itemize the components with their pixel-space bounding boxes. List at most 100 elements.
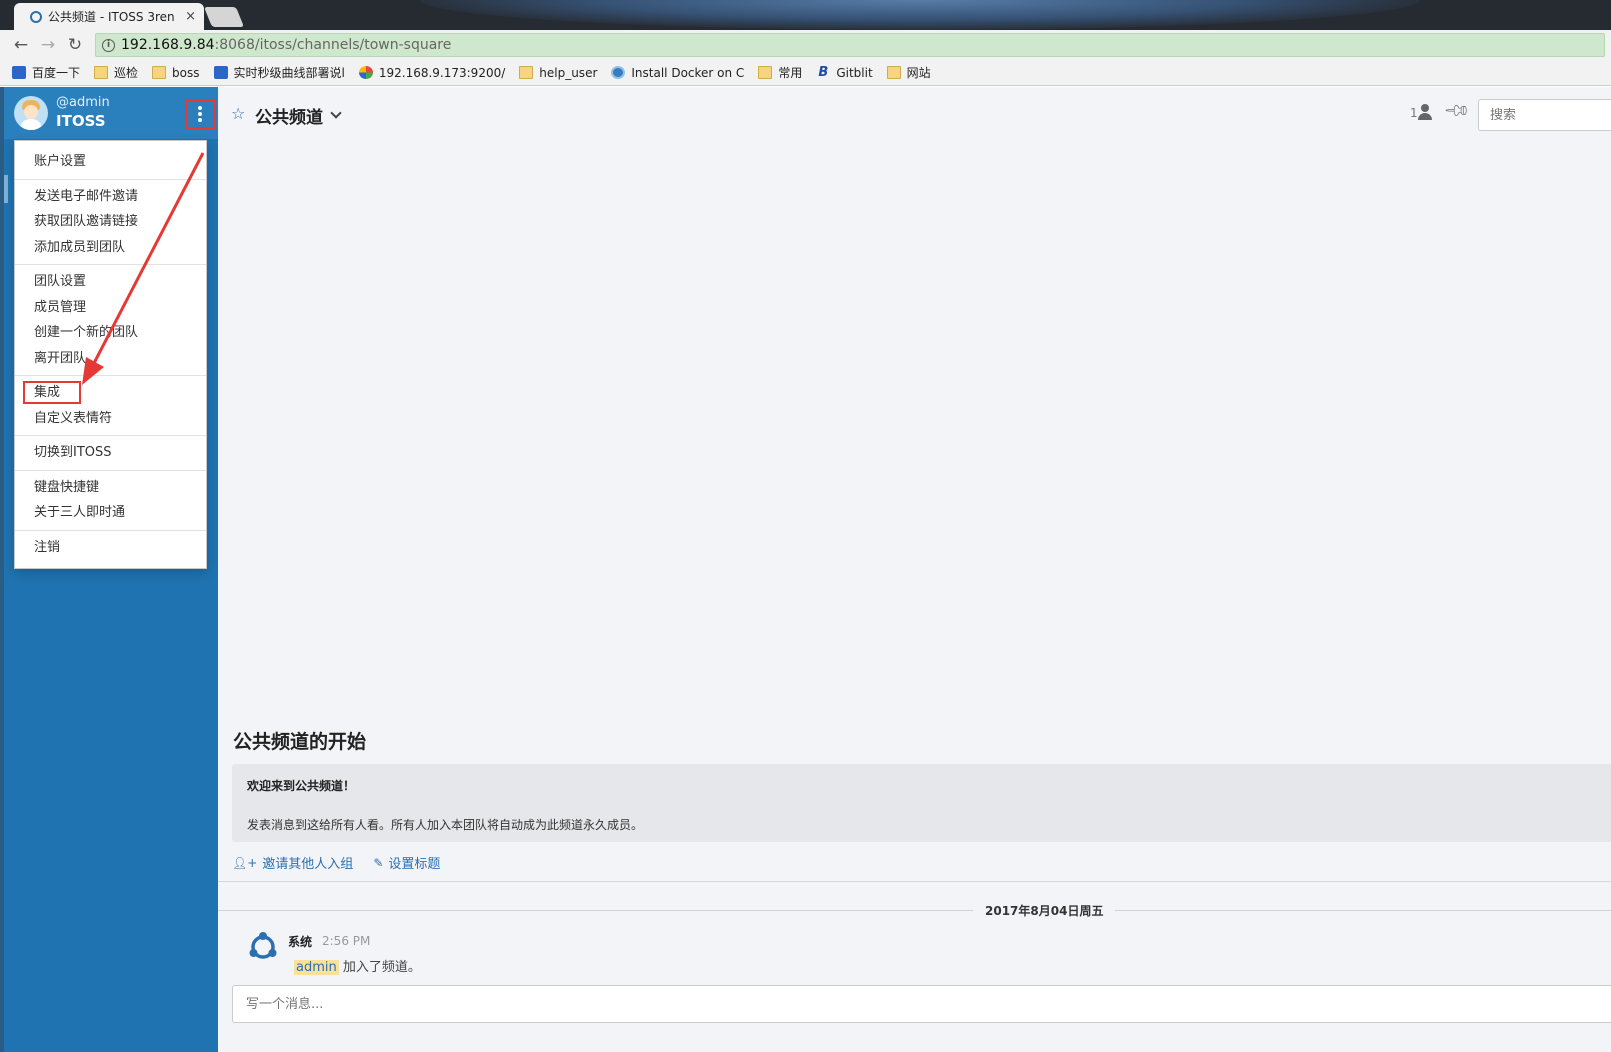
tab-title: 公共频道 - ITOSS 3ren — [48, 10, 175, 24]
channel-view: ☆ 公共频道 1 📌︎ 公共频道的开始 欢迎来到公共频道！ 发表消息到这给所有人… — [218, 87, 1611, 1052]
forward-icon[interactable]: → — [38, 35, 58, 55]
team-name: ITOSS — [56, 112, 106, 130]
main-menu-button[interactable] — [185, 99, 215, 129]
invite-others-link[interactable]: 👤︎+ 邀请其他人入组 — [232, 853, 353, 873]
channel-title[interactable]: 公共频道 — [255, 103, 323, 128]
bookmark-item[interactable]: 实时秒级曲线部署说l — [213, 64, 345, 81]
new-tab-button[interactable] — [203, 7, 245, 27]
post-text: 加入了频道。 — [338, 960, 421, 975]
pencil-icon: ✎ — [373, 855, 384, 870]
bookmark-label: 百度一下 — [32, 66, 81, 80]
menu-item-create-team[interactable]: 创建一个新的团队 — [15, 320, 206, 346]
highlight-box — [23, 381, 81, 404]
channel-intro-title: 公共频道的开始 — [233, 731, 367, 753]
bookmark-label: 巡检 — [114, 66, 139, 80]
site-info-icon[interactable]: i — [102, 38, 115, 52]
menu-item-account-settings[interactable]: 账户设置 — [15, 149, 206, 175]
url-path: :8068/itoss/channels/town-square — [214, 37, 452, 53]
message-input[interactable] — [232, 985, 1611, 1023]
pin-icon[interactable]: 📌︎ — [1442, 96, 1471, 125]
date-separator: 2017年8月04日周五 — [973, 902, 1116, 919]
folder-icon — [94, 66, 109, 79]
folder-icon — [519, 66, 534, 79]
avatar[interactable] — [14, 96, 48, 130]
bookmark-item[interactable]: 百度一下 — [12, 64, 80, 81]
browser-tab[interactable]: 公共频道 - ITOSS 3ren × — [14, 3, 204, 30]
menu-group: 发送电子邮件邀请 获取团队邀请链接 添加成员到团队 — [15, 180, 206, 265]
bookmark-item[interactable]: 网站 — [886, 64, 931, 81]
menu-item-about[interactable]: 关于三人即时通 — [15, 500, 206, 526]
chevron-down-icon[interactable] — [330, 107, 342, 119]
bookmark-label: boss — [172, 65, 200, 80]
menu-item-manage-members[interactable]: 成员管理 — [15, 295, 206, 321]
sidebar-header: @admin ITOSS — [4, 87, 218, 139]
docker-icon — [611, 66, 626, 79]
post-message: admin 加入了频道。 — [294, 956, 421, 975]
system-avatar-icon — [249, 932, 277, 959]
bookmark-item[interactable]: help_user — [519, 66, 597, 80]
search-input[interactable] — [1478, 99, 1611, 131]
member-icon[interactable] — [1418, 104, 1432, 120]
desktop-background — [420, 0, 1420, 30]
menu-group: 团队设置 成员管理 创建一个新的团队 离开团队 — [15, 265, 206, 376]
folder-icon — [152, 66, 167, 79]
bookmark-label: help_user — [539, 65, 598, 80]
bookmarks-bar: 百度一下 巡检 boss 实时秒级曲线部署说l 192.168.9.173:92… — [0, 60, 1611, 86]
menu-group: 集成 自定义表情符 — [15, 376, 206, 436]
paw-icon — [12, 66, 26, 79]
folder-icon — [886, 66, 901, 79]
app-root: @admin ITOSS 账户设置 发送电子邮件邀请 获取团队邀请链接 添加成员… — [0, 87, 1611, 1052]
menu-item-leave-team[interactable]: 离开团队 — [15, 346, 206, 372]
bookmark-item[interactable]: boss — [152, 65, 200, 80]
address-bar[interactable]: i 192.168.9.84:8068/itoss/channels/town-… — [95, 33, 1605, 57]
menu-item-email-invite[interactable]: 发送电子邮件邀请 — [15, 184, 206, 210]
tab-favicon-icon — [30, 10, 42, 23]
menu-group: 切换到ITOSS — [15, 436, 206, 471]
menu-item-custom-emoji[interactable]: 自定义表情符 — [15, 406, 206, 432]
post-author[interactable]: 系统 — [288, 933, 312, 950]
bookmark-label: Install Docker on C — [631, 65, 745, 80]
menu-item-logout[interactable]: 注销 — [15, 535, 206, 561]
intro-actions: 👤︎+ 邀请其他人入组 ✎ 设置标题 — [232, 853, 441, 873]
bookmark-label: Gitblit — [836, 65, 873, 80]
bookmark-label: 实时秒级曲线部署说l — [233, 66, 345, 80]
reload-icon[interactable]: ↻ — [65, 35, 85, 55]
set-header-link[interactable]: ✎ 设置标题 — [373, 853, 441, 873]
menu-group: 键盘快捷键 关于三人即时通 — [15, 471, 206, 531]
bookmark-label: 网站 — [906, 66, 931, 80]
url-host: 192.168.9.84 — [121, 37, 215, 53]
divider — [218, 881, 1611, 882]
menu-group: 注销 — [15, 531, 206, 565]
more-vertical-icon — [198, 106, 202, 122]
bookmark-item[interactable]: Install Docker on C — [611, 66, 744, 80]
browser-toolbar: ← → ↻ i 192.168.9.84:8068/itoss/channels… — [0, 30, 1611, 60]
intro-description: 发表消息到这给所有人看。所有人加入本团队将自动成为此频道永久成员。 — [247, 818, 644, 832]
sidebar-active-indicator — [4, 175, 8, 203]
app-icon — [358, 66, 373, 79]
bookmark-label: 192.168.9.173:9200/ — [378, 65, 506, 80]
browser-tab-strip: 公共频道 - ITOSS 3ren × — [0, 0, 1611, 30]
menu-item-keyboard-shortcuts[interactable]: 键盘快捷键 — [15, 475, 206, 501]
folder-icon — [758, 66, 773, 79]
mention-admin[interactable]: admin — [294, 960, 339, 975]
menu-item-team-settings[interactable]: 团队设置 — [15, 269, 206, 295]
menu-item-integrations[interactable]: 集成 — [15, 380, 206, 406]
user-plus-icon: 👤︎+ — [232, 855, 258, 870]
menu-item-add-members[interactable]: 添加成员到团队 — [15, 235, 206, 261]
tab-close-icon[interactable]: × — [185, 9, 196, 24]
bookmark-label: 常用 — [778, 66, 803, 80]
star-icon[interactable]: ☆ — [231, 104, 245, 123]
main-menu-dropdown: 账户设置 发送电子邮件邀请 获取团队邀请链接 添加成员到团队 团队设置 成员管理… — [14, 140, 207, 569]
member-count[interactable]: 1 — [1410, 106, 1418, 120]
bookmark-item[interactable]: 巡检 — [94, 64, 138, 81]
bookmark-item[interactable]: 192.168.9.173:9200/ — [358, 65, 506, 80]
date-divider — [218, 910, 1611, 911]
menu-item-switch-team[interactable]: 切换到ITOSS — [15, 440, 206, 466]
back-icon[interactable]: ← — [11, 35, 31, 55]
post-time[interactable]: 2:56 PM — [322, 934, 370, 948]
chart-icon — [213, 66, 228, 79]
bookmark-item[interactable]: B Gitblit — [816, 65, 872, 80]
bookmark-item[interactable]: 常用 — [758, 64, 802, 81]
set-header-label: 设置标题 — [388, 857, 441, 872]
menu-item-invite-link[interactable]: 获取团队邀请链接 — [15, 209, 206, 235]
